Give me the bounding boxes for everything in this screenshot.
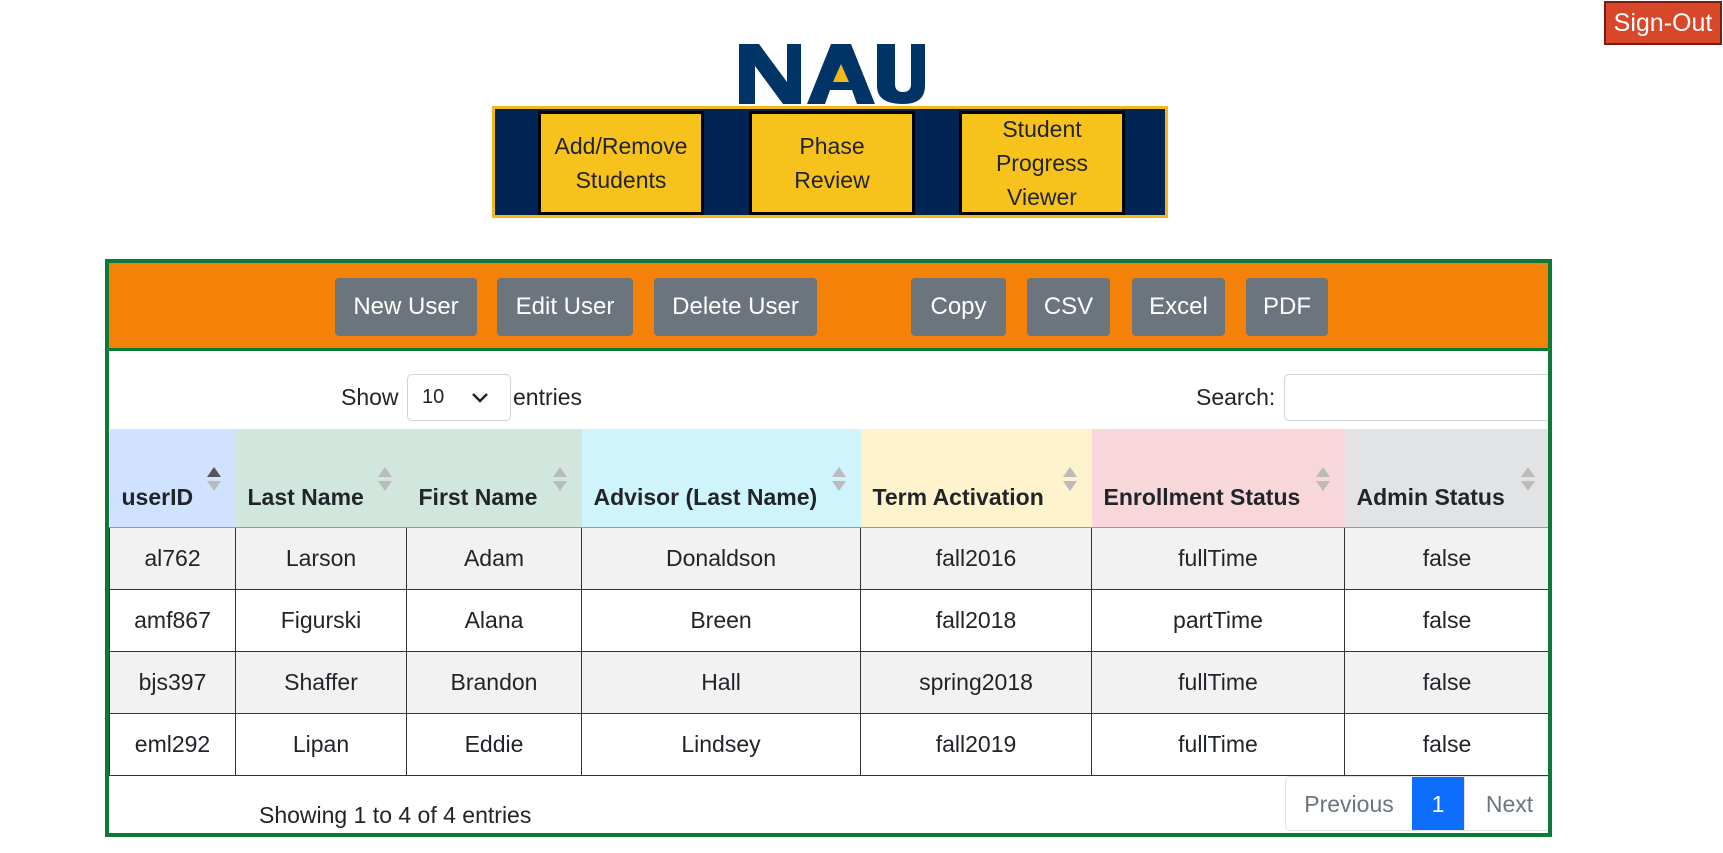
users-table: userID Last Name First Name Advisor (Last N… <box>109 429 1548 776</box>
show-label: Show <box>341 384 399 410</box>
table-row[interactable]: al762 Larson Adam Donaldson fall2016 fullTime… <box>109 526 1548 590</box>
table-cell: fullTime <box>1091 712 1345 776</box>
column-header-label: Last Name <box>247 483 364 510</box>
table-cell: Eddie <box>406 712 582 776</box>
table-cell: false <box>1344 526 1548 590</box>
column-header[interactable]: userID <box>109 429 236 528</box>
column-header-label: First Name <box>418 483 538 510</box>
edit-user-button[interactable]: Edit User <box>497 278 633 336</box>
previous-page-button[interactable]: Previous <box>1286 777 1412 830</box>
sort-icon <box>552 467 567 491</box>
table-cell: fall2019 <box>860 712 1092 776</box>
table-cell: fullTime <box>1091 526 1345 590</box>
column-header[interactable]: Admin Status <box>1344 429 1548 528</box>
next-page-button[interactable]: Next <box>1464 777 1548 830</box>
sort-icon <box>831 467 846 491</box>
table-row[interactable]: amf867 Figurski Alana Breen fall2018 partTime… <box>109 588 1548 652</box>
column-header-label: Term Activation <box>872 483 1044 510</box>
table-cell: spring2018 <box>860 650 1092 714</box>
table-row[interactable]: bjs397 Shaffer Brandon Hall spring2018 fullTi… <box>109 650 1548 714</box>
nav-student-progress-viewer[interactable]: Student Progress Viewer <box>959 111 1125 215</box>
nav-add-remove-students[interactable]: Add/Remove Students <box>538 111 704 215</box>
table-cell: Figurski <box>235 588 407 652</box>
sign-out-button[interactable]: Sign-Out <box>1604 1 1722 45</box>
table-cell: Hall <box>581 650 861 714</box>
table-cell: Breen <box>581 588 861 652</box>
table-cell: false <box>1344 588 1548 652</box>
new-user-button[interactable]: New User <box>335 278 477 336</box>
entries-label: entries <box>513 384 583 410</box>
page-length-value: 10 <box>422 386 445 408</box>
sort-icon <box>377 467 392 491</box>
table-cell: Adam <box>406 526 582 590</box>
pdf-button[interactable]: PDF <box>1246 278 1328 336</box>
search-input[interactable] <box>1284 374 1548 421</box>
table-cell: partTime <box>1091 588 1345 652</box>
column-header-label: userID <box>121 483 194 510</box>
table-toolbar: New User Edit User Delete User Copy CSV … <box>109 263 1548 351</box>
column-header[interactable]: First Name <box>406 429 582 528</box>
column-header[interactable]: Enrollment Status <box>1091 429 1345 528</box>
table-cell: fullTime <box>1091 650 1345 714</box>
table-info: Showing 1 to 4 of 4 entries <box>259 802 532 828</box>
table-cell: fall2016 <box>860 526 1092 590</box>
table-body: al762 Larson Adam Donaldson fall2016 fullTime… <box>109 526 1548 776</box>
copy-button[interactable]: Copy <box>911 278 1006 336</box>
sort-icon <box>1062 467 1077 491</box>
excel-button[interactable]: Excel <box>1132 278 1225 336</box>
table-cell: Lindsey <box>581 712 861 776</box>
page-1-button[interactable]: 1 <box>1412 777 1464 830</box>
sort-icon <box>206 467 221 491</box>
column-header[interactable]: Last Name <box>235 429 407 528</box>
table-cell: bjs397 <box>109 650 236 714</box>
page-length-select[interactable]: 10 <box>407 374 511 421</box>
main-nav: Add/Remove Students Phase Review Student… <box>492 106 1168 218</box>
table-cell: Larson <box>235 526 407 590</box>
nau-logo <box>735 42 927 106</box>
sort-icon <box>1520 467 1535 491</box>
column-header[interactable]: Advisor (Last Name) <box>581 429 861 528</box>
table-cell: amf867 <box>109 588 236 652</box>
table-cell: Brandon <box>406 650 582 714</box>
users-panel: New User Edit User Delete User Copy CSV … <box>105 259 1552 837</box>
column-header-label: Advisor (Last Name) <box>593 483 818 510</box>
column-header[interactable]: Term Activation <box>860 429 1092 528</box>
table-cell: Lipan <box>235 712 407 776</box>
column-header-label: Enrollment Status <box>1103 483 1301 510</box>
table-cell: false <box>1344 712 1548 776</box>
sort-icon <box>1315 467 1330 491</box>
table-header-row: userID Last Name First Name Advisor (Last N… <box>109 429 1548 528</box>
table-cell: Shaffer <box>235 650 407 714</box>
table-cell: al762 <box>109 526 236 590</box>
pagination: Previous 1 Next <box>1285 776 1548 831</box>
search-label: Search: <box>1196 384 1276 410</box>
chevron-down-icon <box>472 393 488 403</box>
table-cell: fall2018 <box>860 588 1092 652</box>
table-cell: Alana <box>406 588 582 652</box>
table-row[interactable]: eml292 Lipan Eddie Lindsey fall2019 fullTime f… <box>109 712 1548 776</box>
delete-user-button[interactable]: Delete User <box>654 278 817 336</box>
csv-button[interactable]: CSV <box>1027 278 1110 336</box>
nav-phase-review[interactable]: Phase Review <box>749 111 915 215</box>
table-cell: Donaldson <box>581 526 861 590</box>
table-cell: eml292 <box>109 712 236 776</box>
table-cell: false <box>1344 650 1548 714</box>
column-header-label: Admin Status <box>1356 483 1505 510</box>
